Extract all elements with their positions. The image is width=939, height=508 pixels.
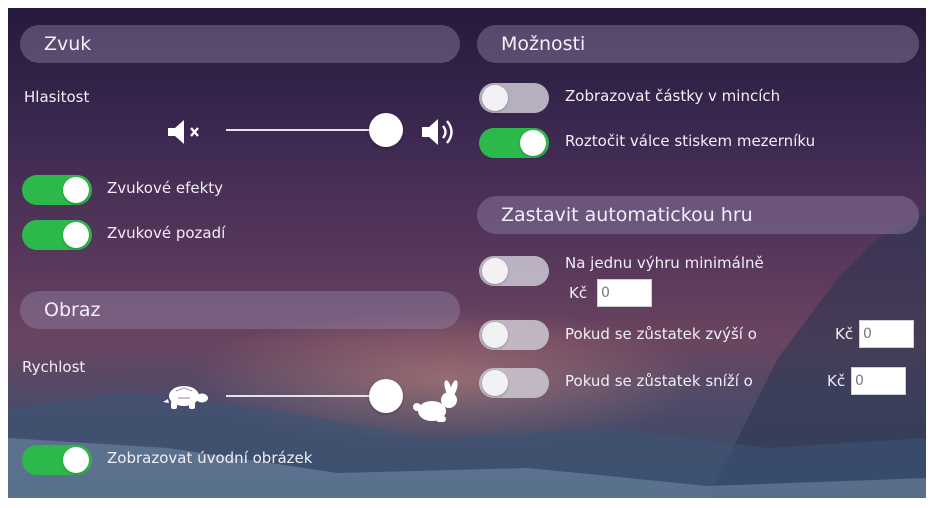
sound-effects-label: Zvukové efekty xyxy=(107,179,224,197)
toggle-knob xyxy=(482,258,508,284)
background-sound-toggle[interactable] xyxy=(22,220,92,250)
sound-section-header: Zvuk xyxy=(20,25,460,63)
spacebar-spin-toggle[interactable] xyxy=(479,128,549,158)
volume-slider-track[interactable] xyxy=(226,129,386,131)
balance-decrease-label: Pokud se zůstatek sníží o xyxy=(565,372,753,390)
settings-panel: Zvuk Hlasitost Zvukové efekty Zvukové po… xyxy=(8,8,926,498)
speed-label: Rychlost xyxy=(22,358,86,376)
spacebar-spin-label: Roztočit válce stiskem mezerníku xyxy=(565,132,816,150)
toggle-knob xyxy=(63,222,89,248)
intro-image-label: Zobrazovat úvodní obrázek xyxy=(107,449,313,467)
toggle-knob xyxy=(482,322,508,348)
sound-effects-toggle[interactable] xyxy=(22,175,92,205)
background-sound-label: Zvukové pozadí xyxy=(107,224,226,242)
toggle-knob xyxy=(63,177,89,203)
toggle-knob xyxy=(482,85,508,111)
rabbit-icon[interactable] xyxy=(412,380,464,424)
speed-slider-thumb[interactable] xyxy=(369,379,403,413)
show-coin-amounts-toggle[interactable] xyxy=(479,83,549,113)
balance-increase-input[interactable]: 0 xyxy=(859,320,914,348)
options-section-header: Možnosti xyxy=(477,25,919,63)
toggle-knob xyxy=(520,130,546,156)
volume-slider-thumb[interactable] xyxy=(369,113,403,147)
balance-increase-label: Pokud se zůstatek zvýší o xyxy=(565,325,757,343)
volume-label: Hlasitost xyxy=(24,88,90,106)
background-mountains xyxy=(8,213,926,498)
single-win-currency: Kč xyxy=(569,284,588,302)
single-win-label: Na jednu výhru minimálně xyxy=(565,254,764,272)
picture-section-header: Obraz xyxy=(20,291,460,329)
toggle-knob xyxy=(482,370,508,396)
balance-decrease-currency: Kč xyxy=(827,372,846,390)
speaker-mute-icon[interactable] xyxy=(166,118,210,146)
intro-image-toggle[interactable] xyxy=(22,445,92,475)
speaker-loud-icon[interactable] xyxy=(420,115,460,149)
show-coin-amounts-label: Zobrazovat částky v mincích xyxy=(565,87,781,105)
toggle-knob xyxy=(63,447,89,473)
balance-increase-currency: Kč xyxy=(835,325,854,343)
single-win-input[interactable]: 0 xyxy=(597,279,652,307)
balance-increase-toggle[interactable] xyxy=(479,320,549,350)
stop-autoplay-section-header: Zastavit automatickou hru xyxy=(477,196,919,234)
speed-slider-track[interactable] xyxy=(226,395,386,397)
single-win-toggle[interactable] xyxy=(479,256,549,286)
balance-decrease-input[interactable]: 0 xyxy=(851,367,906,395)
turtle-icon[interactable] xyxy=(162,382,212,412)
balance-decrease-toggle[interactable] xyxy=(479,368,549,398)
